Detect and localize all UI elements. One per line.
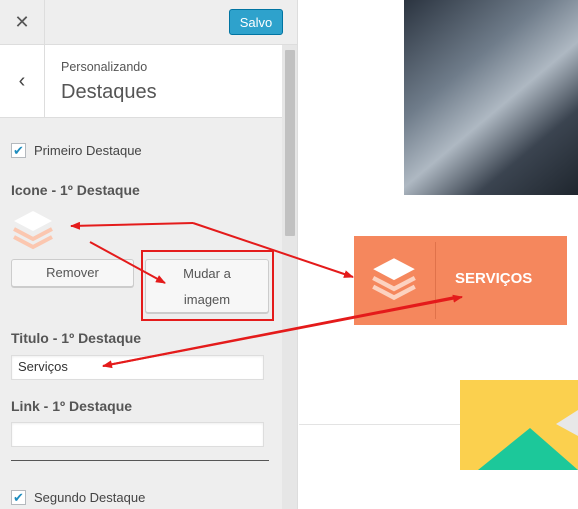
remove-image-button[interactable]: Remover [11, 259, 134, 287]
scrollbar-thumb[interactable] [285, 50, 295, 236]
save-button[interactable]: Salvo [229, 9, 283, 35]
layers-icon [13, 211, 53, 250]
checkmark-icon: ✔ [13, 143, 24, 158]
section-subtitle: Personalizando [61, 60, 148, 74]
customizer-topbar: ✕ Salvo [0, 0, 297, 45]
checkmark-icon: ✔ [13, 490, 24, 505]
preview-card-graphic [460, 380, 578, 470]
feature1-icon-title: Icone - 1º Destaque [11, 182, 140, 198]
section-title: Destaques [61, 81, 157, 103]
feature1-title-input[interactable]: Serviços [11, 355, 264, 380]
feature2-enable-label: Segundo Destaque [34, 490, 146, 505]
feature1-link-label: Link - 1º Destaque [11, 398, 133, 414]
feature-box-separator [435, 242, 436, 319]
card-shapes [478, 410, 578, 470]
site-preview: SERVIÇOS [299, 0, 578, 509]
layers-icon [372, 258, 416, 301]
feature1-enable-label: Primeiro Destaque [34, 143, 142, 158]
feature1-link-input[interactable] [11, 422, 264, 447]
back-chevron-icon[interactable]: ‹ [0, 45, 45, 118]
annotation-highlight-box [141, 250, 274, 321]
preview-photo [404, 0, 578, 195]
close-icon[interactable]: ✕ [0, 0, 45, 45]
feature-box-label: SERVIÇOS [455, 270, 533, 287]
feature1-title-label: Titulo - 1º Destaque [11, 330, 142, 346]
feature1-enable-checkbox[interactable]: ✔ [11, 143, 26, 158]
section-header: ‹ Personalizando Destaques [0, 45, 282, 118]
feature2-enable-checkbox[interactable]: ✔ [11, 490, 26, 505]
section-divider [11, 460, 269, 461]
sidebar-scrollbar[interactable] [282, 45, 297, 509]
feature-box-preview[interactable]: SERVIÇOS [354, 236, 567, 325]
